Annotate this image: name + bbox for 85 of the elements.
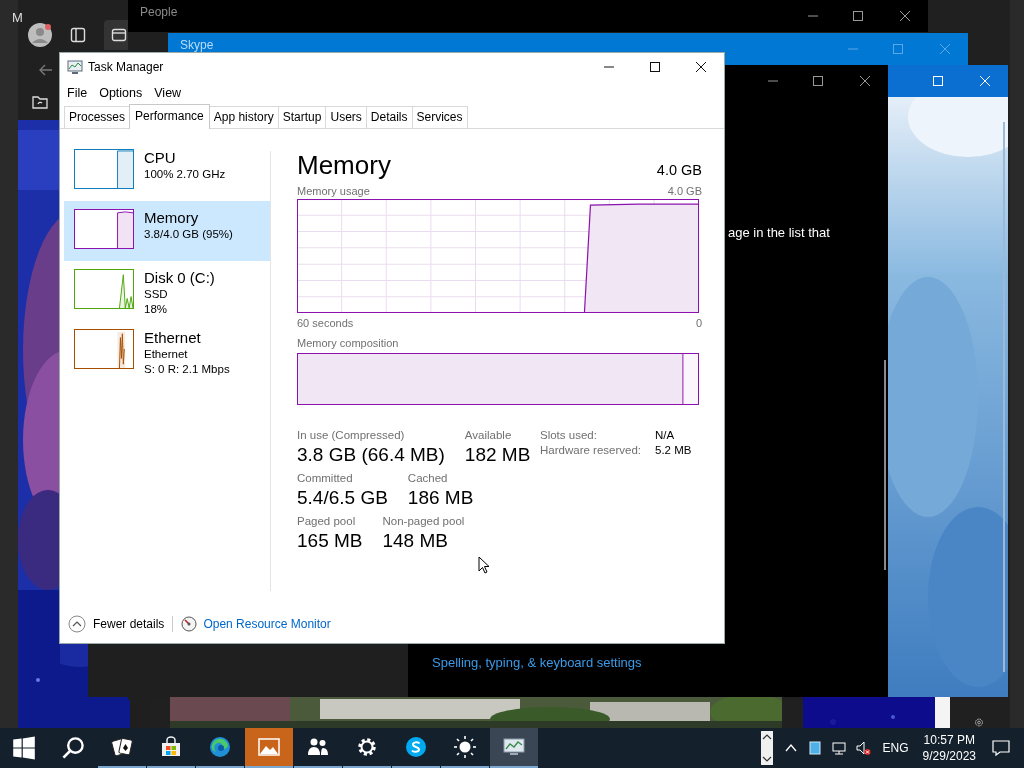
stat-value: 186 MB — [407, 487, 474, 509]
volume-muted-icon[interactable] — [854, 740, 871, 756]
axis-label: 0 — [695, 317, 702, 329]
clock-time[interactable]: 10:57 PM — [923, 732, 975, 748]
search-icon — [61, 736, 85, 760]
calendar-icon[interactable] — [111, 27, 127, 43]
axis-label: 60 seconds — [297, 317, 354, 329]
window-title: Skype — [180, 38, 214, 52]
taskbar-app-button[interactable] — [490, 728, 538, 768]
monitor-chart-icon — [67, 59, 83, 75]
resource-name: Ethernet — [144, 329, 202, 347]
total-memory: 4.0 GB — [656, 162, 702, 178]
fewer-details-button[interactable]: Fewer details — [68, 615, 165, 633]
notifications-icon[interactable] — [992, 739, 1010, 757]
stat-value: 148 MB — [382, 530, 449, 552]
resource-detail: Ethernet — [144, 347, 189, 362]
sidebar-item[interactable]: Memory 3.8/4.0 GB (95%) — [64, 201, 270, 261]
stat-label: Committed — [297, 472, 354, 484]
sun-icon — [453, 735, 477, 759]
scrollbar[interactable] — [884, 360, 886, 570]
sidebar-item[interactable]: Ethernet Ethernet S: 0 R: 2.1 Mbps — [64, 321, 270, 381]
stat-label: Available — [464, 429, 513, 441]
resource-name: CPU — [144, 149, 177, 167]
stat-value: 5.2 MB — [655, 444, 692, 456]
tab[interactable]: Services — [411, 106, 468, 128]
resource-name: Disk 0 (C:) — [144, 269, 215, 287]
stat-label: Slots used: — [540, 429, 598, 441]
settings-icon — [355, 735, 379, 759]
stat-value: 182 MB — [464, 444, 531, 466]
stat-label: Non-paged pool — [382, 515, 465, 527]
windows-logo-icon — [12, 736, 36, 760]
settings-link[interactable]: Spelling, typing, & keyboard settings — [432, 655, 642, 670]
resource-name: Memory — [144, 209, 200, 227]
window-title: Task Manager — [88, 60, 164, 74]
chart-max-label: 4.0 GB — [667, 185, 702, 197]
close-icon — [696, 62, 706, 72]
maximize-icon[interactable] — [813, 76, 823, 86]
open-resource-monitor-link[interactable]: Open Resource Monitor — [203, 617, 331, 631]
panel-icon[interactable] — [70, 27, 86, 43]
menu-item[interactable]: Options — [99, 85, 143, 100]
mountain-picture-icon — [257, 735, 281, 759]
stat-label: In use (Compressed) — [297, 429, 406, 441]
stat-value: 3.8 GB (66.4 MB) — [297, 444, 445, 466]
collapse-icon — [68, 615, 86, 633]
browser-icon — [208, 735, 232, 759]
resource-detail: 3.8/4.0 GB (95%) — [144, 227, 233, 242]
gauge-icon — [181, 616, 198, 632]
network-icon[interactable] — [830, 740, 847, 756]
maximize-icon — [650, 62, 660, 72]
close-icon[interactable] — [900, 11, 910, 21]
avatar-icon — [28, 23, 52, 47]
stat-label: Paged pool — [297, 515, 357, 527]
chart-label: Memory composition — [297, 337, 400, 349]
sidebar-item[interactable]: Disk 0 (C:) SSD 18% — [64, 261, 270, 321]
mouse-pointer-icon — [478, 556, 490, 574]
close-icon[interactable] — [860, 76, 870, 86]
tab[interactable]: Performance — [129, 104, 210, 129]
maximize-icon[interactable] — [853, 11, 863, 21]
stat-value: N/A — [655, 429, 675, 441]
shopping-bag-icon — [159, 735, 183, 759]
language-indicator[interactable]: ENG — [882, 741, 909, 755]
clock-date[interactable]: 9/29/2023 — [922, 748, 976, 764]
tablet-icon[interactable] — [806, 740, 823, 756]
menu-item[interactable]: View — [154, 85, 182, 100]
playing-cards-icon — [110, 735, 134, 759]
tab[interactable]: Processes — [64, 106, 131, 128]
stat-value: 165 MB — [297, 530, 363, 552]
scroll-arrows-icon[interactable] — [760, 731, 773, 765]
stat-label: Hardware reserved: — [540, 444, 642, 456]
window-title: M — [12, 10, 23, 25]
folder-sync-icon[interactable] — [32, 94, 48, 110]
window-title: People — [140, 5, 178, 19]
chart-label: Memory usage — [297, 185, 370, 197]
stat-label: Cached — [407, 472, 449, 484]
resource-detail: 100% 2.70 GHz — [144, 167, 226, 182]
resource-detail: 18% — [144, 302, 169, 317]
resource-detail: SSD — [144, 287, 169, 302]
back-arrow-icon[interactable] — [38, 62, 54, 78]
body-text: age in the list that — [728, 225, 830, 240]
chat-app-icon — [404, 735, 428, 759]
panel-title: Memory — [297, 150, 391, 181]
resource-detail: S: 0 R: 2.1 Mbps — [144, 362, 230, 377]
sidebar-item[interactable]: CPU 100% 2.70 GHz — [64, 141, 270, 201]
stat-value: 5.4/6.5 GB — [297, 487, 388, 509]
menu-item[interactable]: File — [67, 85, 88, 100]
